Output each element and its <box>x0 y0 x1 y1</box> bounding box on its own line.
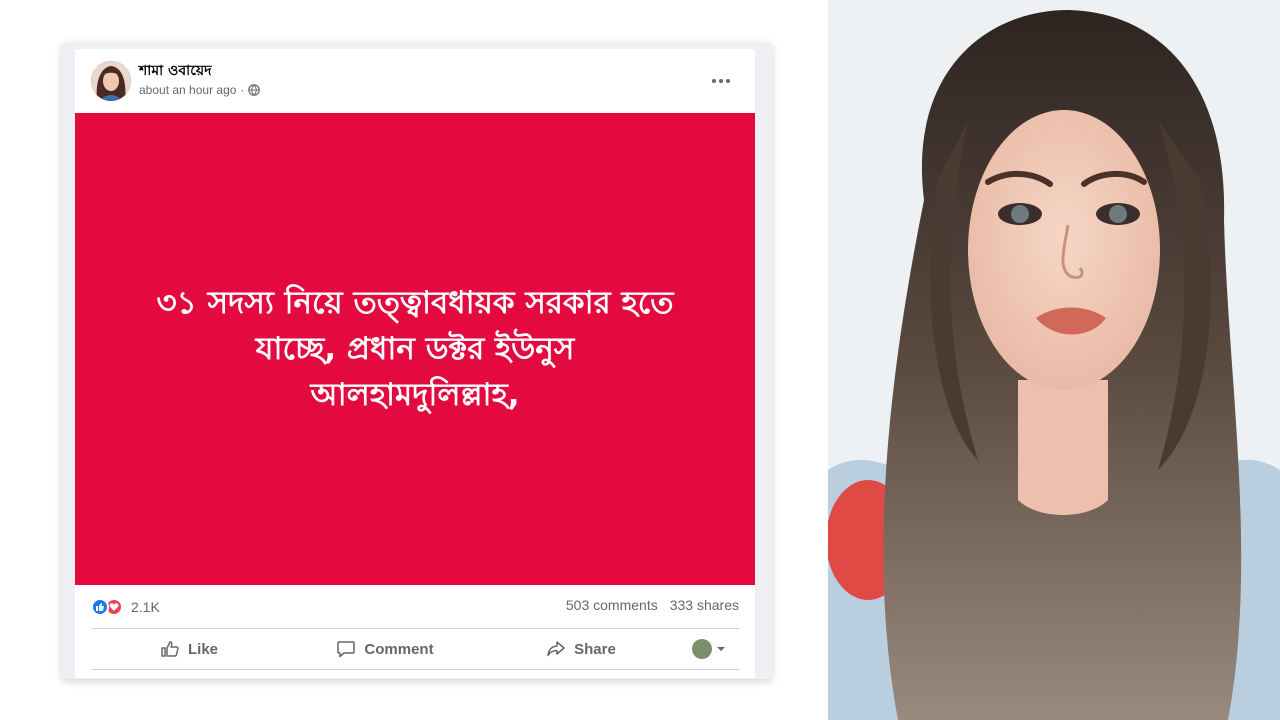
facebook-post-card: শামা ওবায়েদ about an hour ago · ৩১ সদস্… <box>75 49 755 678</box>
post-stats: 2.1K 503 comments 333 shares <box>75 585 755 629</box>
divider <box>91 628 739 629</box>
divider <box>91 669 739 670</box>
author-avatar[interactable] <box>91 61 131 101</box>
share-label: Share <box>574 640 616 658</box>
post-background: ৩১ সদস্য নিয়ে তত্ত্বাবধায়ক সরকার হতে য… <box>75 113 755 585</box>
meta-separator: · <box>240 83 245 97</box>
more-options-icon[interactable] <box>707 67 735 95</box>
comment-button[interactable]: Comment <box>287 631 483 667</box>
post-text-line: আলহামদুলিল্লাহ, <box>310 377 520 413</box>
comment-label: Comment <box>364 640 434 658</box>
comment-icon <box>337 641 356 658</box>
author-name[interactable]: শামা ওবায়েদ <box>139 59 211 83</box>
globe-icon[interactable] <box>248 84 261 96</box>
comments-count[interactable]: 503 comments <box>566 597 658 613</box>
post-meta: about an hour ago · <box>139 83 261 97</box>
like-reaction-icon <box>91 598 109 616</box>
share-icon <box>547 641 565 657</box>
audience-avatar <box>692 639 712 659</box>
portrait-photo <box>828 0 1280 720</box>
post-header: শামা ওবায়েদ about an hour ago · <box>75 49 755 113</box>
chevron-down-icon <box>717 647 725 651</box>
post-text: ৩১ সদস্য নিয়ে তত্ত্বাবধায়ক সরকার হতে য… <box>115 280 715 418</box>
like-button[interactable]: Like <box>91 631 287 667</box>
engagement-counts: 503 comments 333 shares <box>566 597 739 613</box>
shares-count[interactable]: 333 shares <box>670 597 739 613</box>
post-timestamp[interactable]: about an hour ago <box>139 83 236 97</box>
post-actions: Like Comment Share <box>91 631 739 667</box>
audience-selector[interactable] <box>679 639 739 659</box>
thumbs-up-icon <box>161 641 179 657</box>
post-text-line: যাচ্ছে, প্রধান ডক্টর ইউনুস <box>255 331 575 367</box>
share-button[interactable]: Share <box>483 631 679 667</box>
reactions-summary[interactable]: 2.1K <box>91 598 160 616</box>
post-text-line: ৩১ সদস্য নিয়ে তত্ত্বাবধায়ক সরকার হতে <box>156 285 674 321</box>
reaction-count: 2.1K <box>131 599 160 615</box>
like-label: Like <box>187 640 218 658</box>
